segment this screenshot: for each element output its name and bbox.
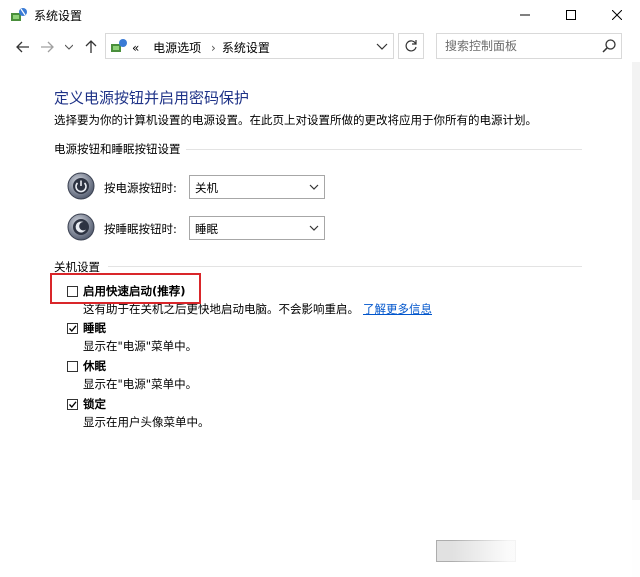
page-description: 选择要为你的计算机设置的电源设置。在此页上对设置所做的更改将应用于你所有的电源计…: [54, 113, 537, 127]
sleep-button-action-value: 睡眠: [195, 222, 218, 236]
search-input[interactable]: [445, 37, 595, 55]
minimize-button[interactable]: [502, 0, 548, 30]
checkmark-icon: [69, 401, 77, 408]
chevron-down-icon: [309, 184, 319, 190]
chevron-down-icon[interactable]: [376, 41, 388, 53]
hibernate-checkbox[interactable]: [67, 361, 78, 372]
forward-button[interactable]: [38, 38, 56, 56]
breadcrumb: « 电源选项 › 系统设置: [132, 39, 270, 56]
arrow-left-icon: [16, 41, 29, 53]
minimize-icon: [520, 14, 530, 16]
section-divider: [186, 149, 582, 150]
sleep-option-label[interactable]: 睡眠: [83, 320, 106, 336]
checkmark-icon: [69, 325, 77, 332]
chevron-down-icon: [309, 225, 319, 231]
lock-option-description: 显示在用户头像菜单中。: [83, 415, 210, 429]
power-button-action-select[interactable]: 关机: [189, 175, 325, 199]
sleep-button-action-select[interactable]: 睡眠: [189, 216, 325, 240]
sleep-checkbox[interactable]: [67, 323, 78, 334]
chevron-right-icon: ›: [211, 41, 216, 55]
recent-locations-button[interactable]: [60, 38, 78, 56]
power-options-icon: [11, 8, 27, 21]
watermark-overlay: [452, 500, 640, 577]
address-bar[interactable]: « 电源选项 › 系统设置: [105, 33, 394, 59]
sleep-button-label: 按睡眠按钮时:: [104, 222, 177, 236]
hibernate-option-description: 显示在"电源"菜单中。: [83, 377, 198, 391]
sleep-option-description: 显示在"电源"菜单中。: [83, 339, 198, 353]
arrow-right-icon: [41, 41, 54, 53]
control-panel-icon: [111, 39, 127, 52]
title-bar: 系统设置: [0, 0, 640, 30]
power-button-action-value: 关机: [195, 181, 218, 195]
highlight-box: [50, 273, 201, 304]
breadcrumb-item-system-settings[interactable]: 系统设置: [222, 41, 270, 55]
power-buttons-section-label: 电源按钮和睡眠按钮设置: [54, 142, 181, 156]
hibernate-option-label[interactable]: 休眠: [83, 358, 106, 374]
learn-more-link[interactable]: 了解更多信息: [363, 302, 432, 316]
back-button[interactable]: [14, 38, 32, 56]
sleep-button-icon: [67, 213, 95, 241]
page-title: 定义电源按钮并启用密码保护: [54, 89, 250, 107]
maximize-button[interactable]: [548, 0, 594, 30]
chevron-down-icon: [65, 44, 73, 50]
close-button[interactable]: [594, 0, 640, 30]
arrow-up-icon: [85, 40, 97, 53]
search-box[interactable]: [436, 33, 622, 59]
lock-checkbox[interactable]: [67, 399, 78, 410]
lock-option-label[interactable]: 锁定: [83, 396, 106, 412]
fast-startup-description-text: 这有助于在关机之后更快地启动电脑。不会影响重启。: [83, 302, 359, 316]
refresh-icon: [405, 40, 417, 52]
up-button[interactable]: [82, 38, 100, 56]
system-settings-window: 系统设置 « 电源选项 › 系统设置 搜索控制面板 定义电源按钮并启用密码保护 …: [0, 0, 640, 577]
maximize-icon: [566, 10, 576, 20]
power-button-icon: [67, 172, 95, 200]
breadcrumb-overflow[interactable]: «: [132, 41, 139, 55]
close-icon: [612, 10, 622, 20]
breadcrumb-item-power-options[interactable]: 电源选项: [153, 41, 201, 55]
refresh-button[interactable]: [398, 33, 424, 59]
window-title: 系统设置: [34, 9, 83, 23]
search-icon[interactable]: [601, 38, 617, 54]
power-button-label: 按电源按钮时:: [104, 181, 177, 195]
section-divider: [108, 266, 582, 267]
